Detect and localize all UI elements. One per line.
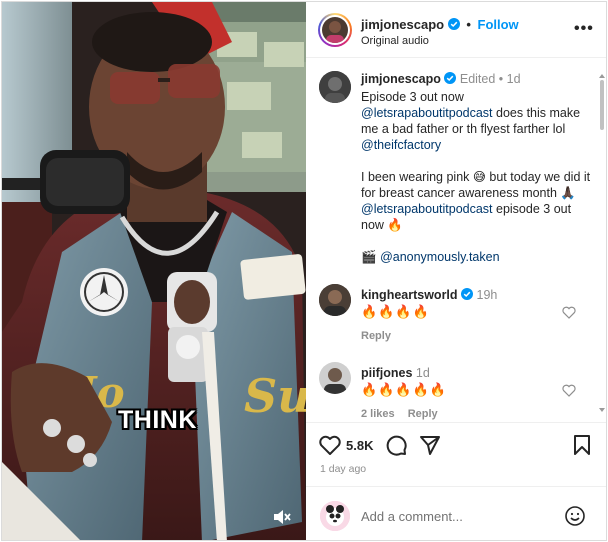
caption-header: jimjonescapo Edited • 1d — [361, 72, 521, 86]
like-count[interactable]: 5.8K — [346, 438, 373, 453]
comment-text: 🔥🔥🔥🔥🔥 — [361, 382, 447, 397]
reply-button[interactable]: Reply — [408, 408, 438, 420]
verified-badge-icon — [447, 18, 460, 30]
mention-link[interactable]: @theifcfactory — [361, 137, 593, 153]
like-heart-icon[interactable] — [318, 433, 342, 457]
header-separator: • — [466, 17, 471, 32]
comments-scrollbar[interactable] — [599, 74, 605, 412]
author-line: jimjonescapo • Follow — [361, 17, 519, 32]
original-audio-link[interactable]: Original audio — [361, 35, 429, 47]
caption-line-2: @letsrapaboutitpodcast does this make me… — [361, 105, 593, 137]
share-send-icon[interactable] — [418, 433, 442, 457]
comment-item: kinghearts­world 19h 🔥🔥🔥🔥 Reply — [306, 284, 606, 344]
caption-line-3: I been wearing pink 😅 but today we did i… — [361, 169, 593, 233]
author-avatar[interactable] — [322, 17, 348, 43]
like-comment-heart-icon[interactable] — [562, 384, 576, 397]
comment-header: kinghearts­world 19h — [361, 288, 497, 302]
mute-icon[interactable] — [270, 506, 292, 528]
post-header: jimjonescapo • Follow Original audio ••• — [306, 2, 606, 58]
like-comment-heart-icon[interactable] — [562, 306, 576, 319]
post-actions: 5.8K 1 day ago — [306, 422, 606, 486]
comment-time: 1d — [415, 366, 430, 380]
mention-link[interactable]: @anonymously.taken — [380, 250, 499, 264]
comment-item: piifjones 1d 🔥🔥🔥🔥🔥 2 likes Reply — [306, 362, 606, 422]
author-username[interactable]: jimjonescapo — [361, 17, 444, 32]
comment-input[interactable] — [361, 507, 551, 525]
story-ring[interactable] — [318, 13, 352, 47]
reply-button[interactable]: Reply — [361, 330, 391, 342]
comment-bubble-icon[interactable] — [384, 433, 408, 457]
clapper-icon: 🎬 — [361, 250, 377, 264]
caption-line-4: 🎬 @anonymously.taken — [361, 249, 593, 265]
comment-time: 19h — [476, 288, 498, 302]
commenter-avatar[interactable] — [319, 362, 351, 394]
video-caption-word: THINK — [118, 406, 197, 434]
viewer-avatar — [320, 501, 350, 531]
mention-link[interactable]: @letsrapaboutitpodcast — [361, 202, 493, 216]
caption-username[interactable]: jimjonescapo — [361, 72, 441, 86]
caption-edited: Edited — [459, 72, 496, 86]
commenter-username[interactable]: piifjones — [361, 366, 412, 380]
save-bookmark-icon[interactable] — [570, 433, 594, 457]
comment-meta: 2 likes Reply — [361, 408, 448, 420]
commenter-avatar[interactable] — [319, 284, 351, 316]
follow-button[interactable]: Follow — [478, 17, 519, 32]
caption-line-1: Episode 3 out now — [361, 90, 464, 104]
post-side-panel: jimjonescapo • Follow Original audio •••… — [306, 2, 606, 540]
comment-meta: Reply — [361, 330, 401, 342]
instagram-post-modal: Ho Su THINK jimjonesca — [1, 1, 607, 541]
caption-text: Episode 3 out now @letsrapaboutitpodcast… — [361, 89, 593, 265]
more-options-button[interactable]: ••• — [574, 20, 594, 38]
emoji-picker-icon[interactable] — [564, 505, 586, 527]
post-time-ago: 1 day ago — [320, 463, 367, 475]
verified-badge-icon — [461, 288, 474, 300]
commenter-username[interactable]: kinghearts­world — [361, 288, 458, 302]
comments-area[interactable]: jimjonescapo Edited • 1d Episode 3 out n… — [306, 59, 606, 422]
add-comment-bar — [306, 486, 606, 540]
caption-separator: • — [498, 72, 504, 86]
caption-time: 1d — [506, 72, 521, 86]
comment-likes[interactable]: 2 likes — [361, 408, 395, 420]
caption-author-avatar[interactable] — [319, 71, 351, 103]
verified-badge-icon — [444, 72, 457, 84]
comment-header: piifjones 1d — [361, 366, 430, 380]
video-player[interactable]: Ho Su THINK — [2, 2, 306, 540]
mention-link[interactable]: @letsrapaboutitpodcast — [361, 106, 493, 120]
comment-text: 🔥🔥🔥🔥 — [361, 304, 430, 319]
video-frame: Ho Su — [2, 2, 306, 540]
jacket-script-right: Su — [244, 369, 306, 423]
caption-line-3-text: I been wearing pink 😅 but today we did i… — [361, 170, 591, 200]
